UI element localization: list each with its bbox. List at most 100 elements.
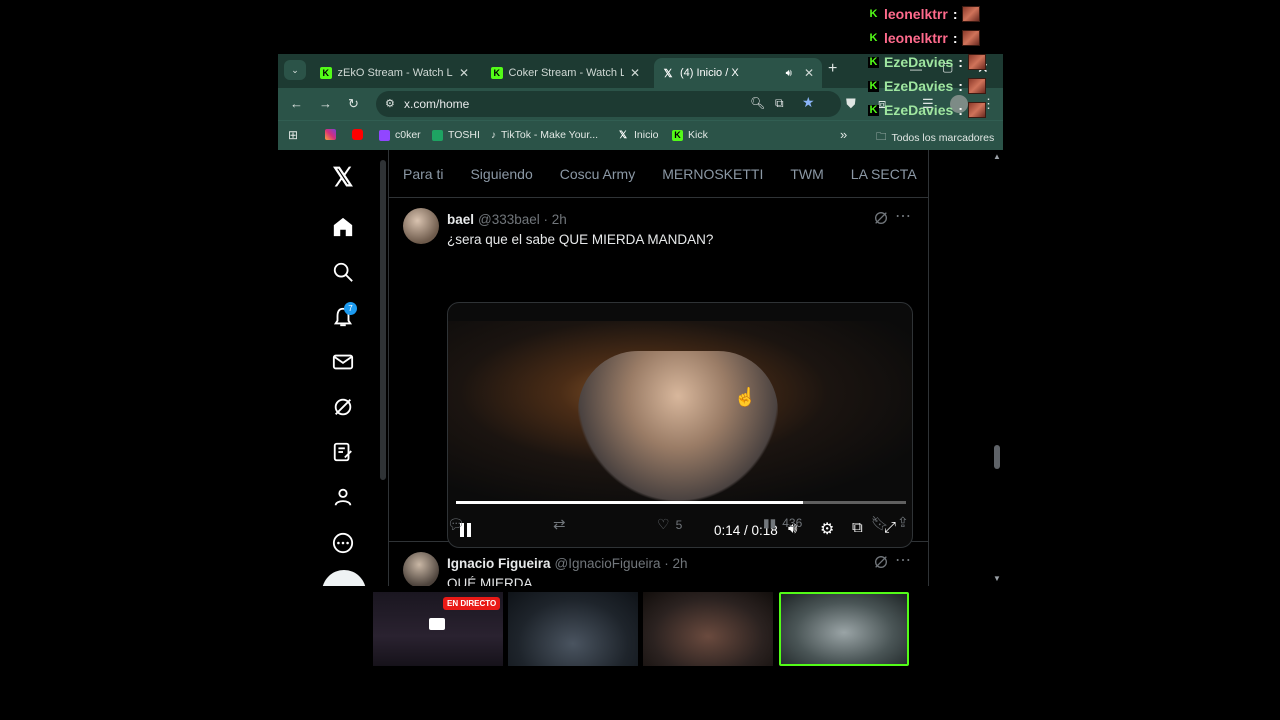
kick-icon: K [320, 67, 332, 79]
avatar[interactable] [403, 552, 439, 586]
site-settings-icon[interactable]: ⚙ [385, 97, 395, 110]
tab-siguiendo[interactable]: Siguiendo [456, 166, 545, 182]
kick-icon: K [868, 56, 879, 68]
forward-icon[interactable]: → [319, 96, 332, 111]
cam-thumbnail-streamer-2[interactable] [643, 592, 773, 666]
tab-search-button[interactable]: ⌄ [284, 60, 306, 80]
chat-username: EzeDavies [884, 54, 954, 70]
tweet-handle[interactable]: @333bael · 2h [478, 212, 567, 227]
chat-username: EzeDavies [884, 78, 954, 94]
tab-coscu-army[interactable]: Coscu Army [546, 166, 648, 182]
shield-extension-icon[interactable]: ⛊ [846, 96, 856, 112]
kick-icon: K [868, 8, 879, 20]
like-button[interactable]: ♡ 5 [657, 516, 682, 533]
all-bookmarks-folder[interactable]: 🗀︎ Todos los marcadores [876, 129, 994, 147]
tab-zeko-stream[interactable]: K zEkO Stream - Watch Live ✕ [312, 58, 477, 88]
timeline: Para ti Siguiendo Coscu Army MERNOSKETTI… [388, 150, 929, 586]
tab-la-secta[interactable]: LA SECTA [837, 166, 930, 182]
close-tab-icon[interactable]: ✕ [459, 66, 469, 80]
tab-mernosketti[interactable]: MERNOSKETTI [648, 166, 776, 182]
instagram-icon [325, 129, 336, 140]
tweet-author-name[interactable]: bael [447, 212, 474, 227]
video-figure [578, 351, 778, 501]
x-icon: 𝕏 [663, 67, 673, 80]
tweet[interactable]: bael @333bael · 2h ⋯ ¿sera que el sabe Q… [389, 198, 928, 548]
timeline-scrollbar[interactable] [380, 150, 386, 586]
pip-icon[interactable]: ⧉ [852, 519, 863, 536]
bookmark-tiktok[interactable]: ♪ TikTok - Make Your... [491, 129, 598, 141]
kick-icon: K [868, 80, 879, 92]
video-player[interactable]: ☝ 0:14 / 0:18 🔊︎ ⚙ ⧉ ⤢ [447, 302, 913, 548]
chat-message: K EzeDavies : [868, 100, 986, 120]
bookmark-inicio[interactable]: 𝕏 Inicio [617, 129, 659, 141]
profile-icon[interactable] [330, 484, 356, 510]
address-bar[interactable]: ⚙ x.com/home 🔍︎ ⧉ ★ [376, 91, 841, 117]
settings-icon[interactable]: ⚙ [820, 519, 834, 539]
heart-icon: ♡ [657, 516, 670, 532]
bookmark-toshi[interactable]: TOSHI [432, 129, 480, 141]
tab-para-ti[interactable]: Para ti [389, 166, 456, 182]
cam-thumbnail-screen[interactable]: EN DIRECTO [373, 592, 503, 666]
scroll-up-arrow[interactable]: ▲ [993, 152, 1001, 161]
x-icon: 𝕏 [618, 129, 628, 141]
messages-icon[interactable] [330, 349, 356, 375]
retweet-icon: ⇄ [553, 516, 566, 533]
emote-icon [967, 102, 986, 118]
bookmark-star-icon[interactable]: ★ [802, 94, 815, 111]
more-options-icon[interactable] [330, 530, 356, 556]
video-progress-track[interactable] [456, 501, 906, 504]
kick-icon: K [868, 32, 879, 44]
monitor-icon [429, 618, 445, 630]
bookmark-c0ker[interactable]: c0ker [379, 129, 421, 141]
bookmark-instagram[interactable] [325, 129, 336, 140]
views-button[interactable]: ▮▮ 436 [763, 516, 802, 530]
more-icon[interactable]: ⋯ [895, 550, 911, 570]
apps-icon[interactable]: ⊞ [288, 128, 298, 142]
more-bookmarks-button[interactable]: » [840, 127, 847, 142]
close-tab-icon[interactable]: ✕ [630, 66, 640, 80]
tab-x-inicio[interactable]: 𝕏 (4) Inicio / X 🔊︎ ✕ [654, 58, 822, 88]
cam-thumbnail-streamer-3[interactable] [779, 592, 909, 666]
tweet-header: Ignacio Figueira @IgnacioFigueira · 2h [447, 556, 688, 571]
bookmark-kick[interactable]: K Kick [672, 129, 708, 141]
tab-twm[interactable]: TWM [776, 166, 836, 182]
close-tab-icon[interactable]: ✕ [804, 66, 814, 80]
grok-icon[interactable] [873, 210, 889, 231]
tab-coker-stream[interactable]: K Coker Stream - Watch Live ✕ [483, 58, 648, 88]
search-icon[interactable] [330, 259, 356, 285]
kick-icon: K [868, 104, 879, 116]
emote-icon [967, 78, 986, 94]
new-tab-button[interactable]: + [828, 60, 837, 78]
chat-separator: : [952, 30, 958, 46]
speaker-icon[interactable]: 🔊︎ [786, 68, 792, 79]
more-icon[interactable]: ⋯ [895, 206, 911, 226]
tweet-author-name[interactable]: Ignacio Figueira [447, 556, 551, 571]
tweet[interactable]: Ignacio Figueira @IgnacioFigueira · 2h ⋯… [389, 542, 928, 586]
lists-icon[interactable] [330, 439, 356, 465]
video-progress-fill [456, 501, 803, 504]
share-icon: ⇪ [897, 514, 909, 530]
emote-icon [962, 30, 981, 46]
reload-icon[interactable]: ↻ [348, 96, 359, 112]
zoom-icon[interactable]: 🔍︎ [750, 96, 765, 110]
tweet-handle[interactable]: @IgnacioFigueira · 2h [555, 556, 688, 571]
install-app-icon[interactable]: ⧉ [775, 96, 784, 111]
url-text: x.com/home [404, 97, 470, 111]
folder-icon: 🗀︎ [876, 131, 887, 143]
post-button[interactable] [322, 570, 366, 586]
home-icon[interactable] [330, 214, 356, 240]
retweet-button[interactable]: ⇄ [553, 515, 572, 533]
grok-icon[interactable] [330, 394, 356, 420]
tweet-header: bael @333bael · 2h [447, 212, 567, 227]
x-logo-icon[interactable]: 𝕏 [330, 162, 356, 192]
share-button[interactable]: ⇪ [897, 514, 909, 531]
page-scrollbar[interactable]: ▲ ▼ [991, 150, 1003, 586]
reply-button[interactable]: 💬︎ [447, 516, 471, 533]
cam-thumbnail-streamer-1[interactable] [508, 592, 638, 666]
grok-icon[interactable] [873, 554, 889, 575]
avatar[interactable] [403, 208, 439, 244]
scroll-down-arrow[interactable]: ▼ [993, 574, 1001, 583]
back-icon[interactable]: ← [290, 96, 303, 111]
bookmark-button[interactable]: 🔖︎ [871, 515, 889, 532]
bookmark-youtube[interactable] [352, 129, 363, 140]
